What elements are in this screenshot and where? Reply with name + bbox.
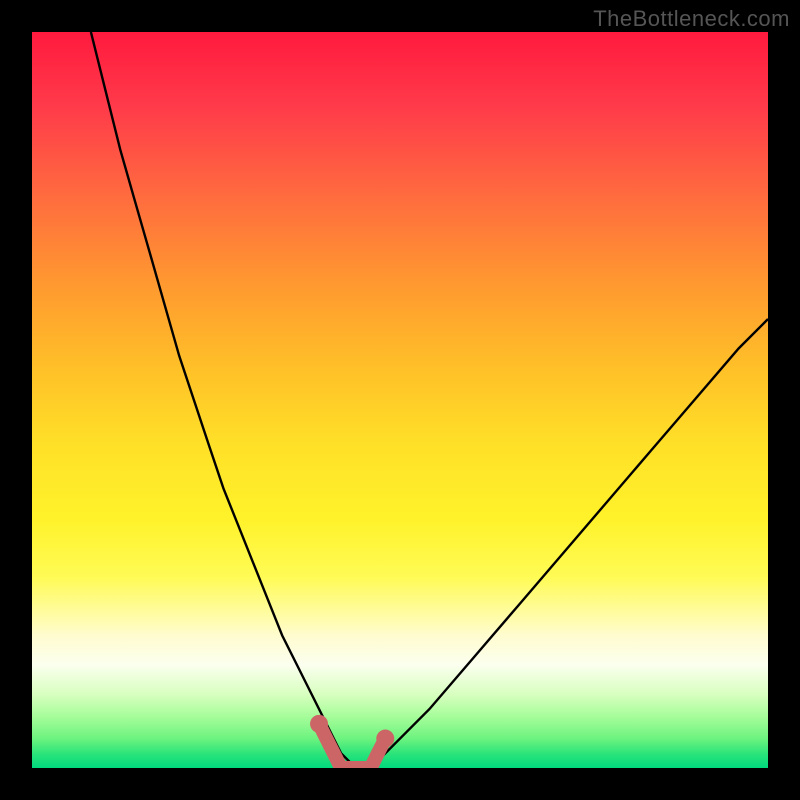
plot-area — [32, 32, 768, 768]
bottleneck-curve — [91, 32, 768, 768]
highlight-band — [319, 724, 385, 768]
highlight-dot-left — [310, 715, 328, 733]
chart-svg — [32, 32, 768, 768]
highlight-dot-right — [376, 730, 394, 748]
watermark-text: TheBottleneck.com — [593, 6, 790, 32]
outer-frame: TheBottleneck.com — [0, 0, 800, 800]
